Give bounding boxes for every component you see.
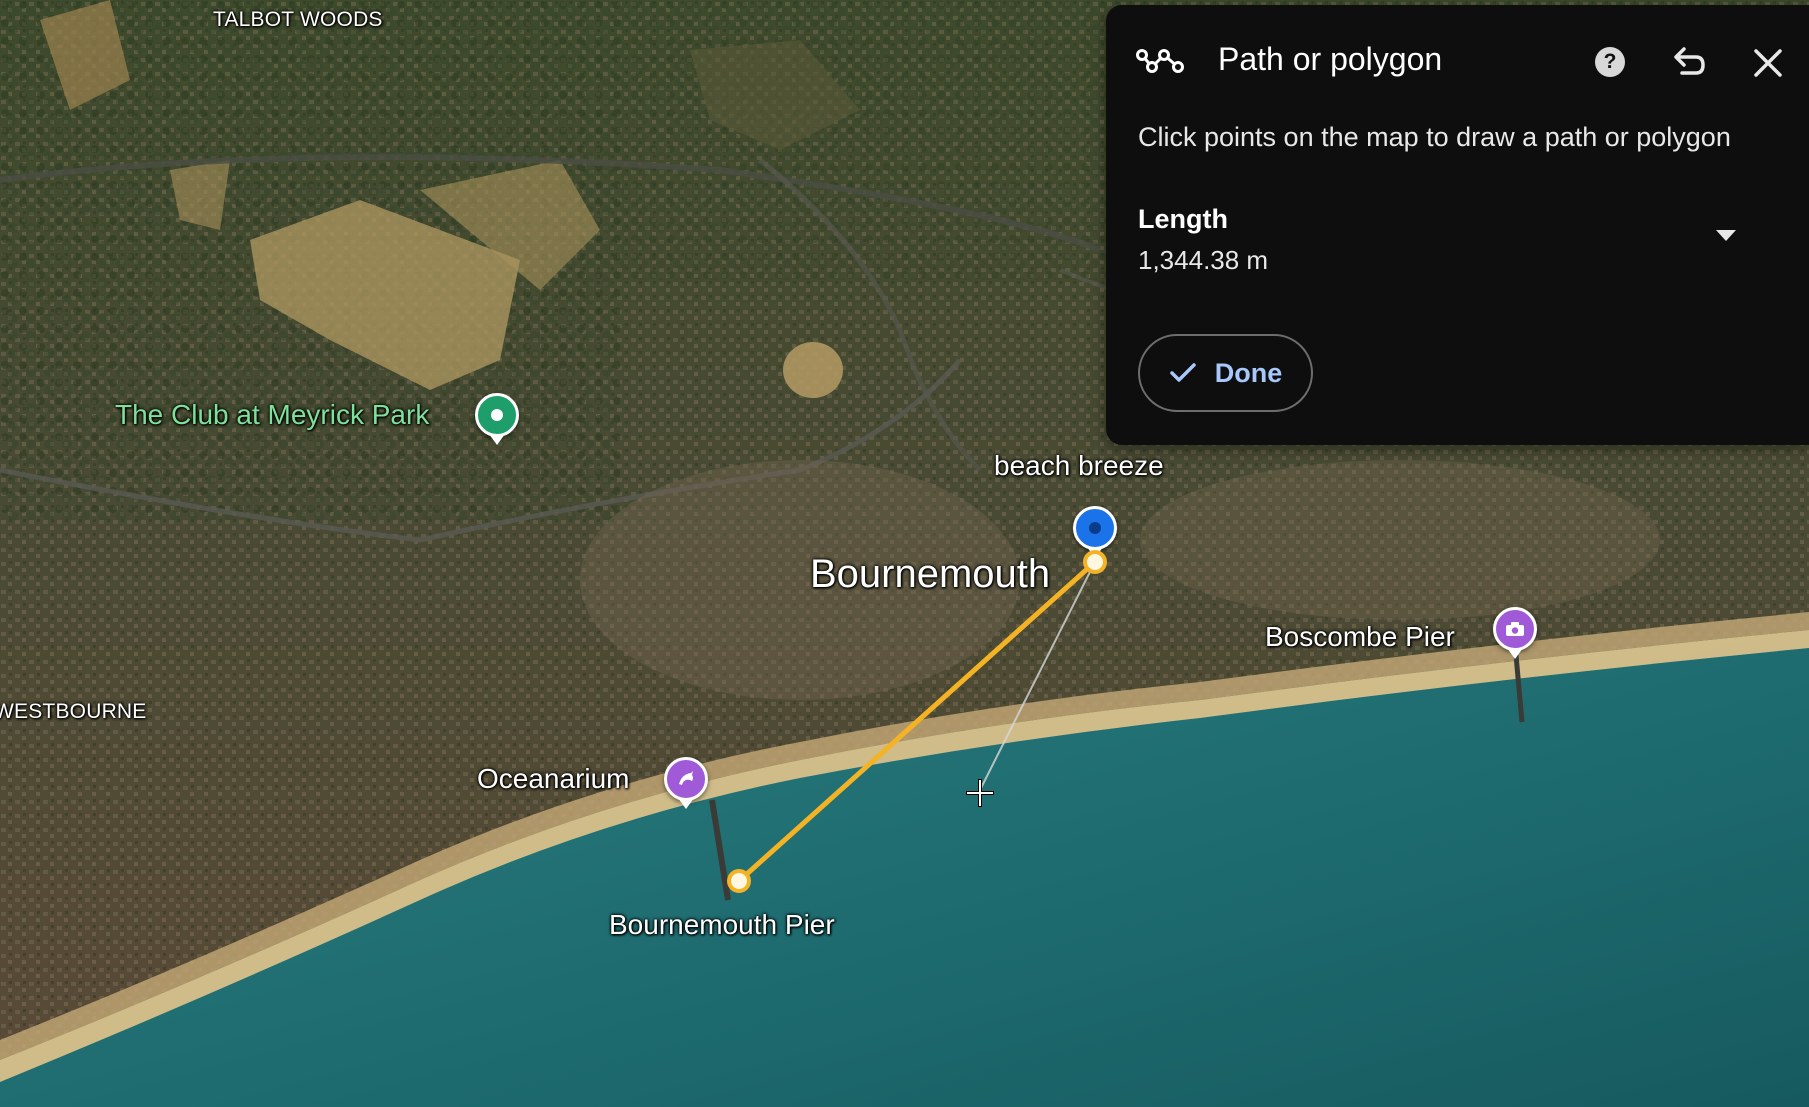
place-label-boscombe-pier[interactable]: Boscombe Pier (1265, 621, 1455, 653)
length-label: Length (1138, 204, 1228, 234)
city-label-bournemouth: Bournemouth (810, 552, 1051, 596)
done-button[interactable]: Done (1138, 334, 1313, 412)
crosshair-cursor-icon (966, 779, 994, 807)
blue-pin-icon[interactable] (1073, 506, 1117, 550)
place-label-bournemouth-pier[interactable]: Bournemouth Pier (609, 909, 835, 941)
dolphin-icon[interactable] (664, 757, 708, 801)
panel-title: Path or polygon (1218, 41, 1443, 77)
panel-instructions: Click points on the map to draw a path o… (1138, 122, 1731, 152)
area-label-westbourne: WESTBOURNE (0, 700, 147, 723)
help-icon[interactable]: ? (1595, 47, 1625, 77)
camera-icon[interactable] (1493, 607, 1537, 651)
dropdown-arrow-icon[interactable] (1716, 230, 1736, 241)
green-pin-icon[interactable] (475, 393, 519, 437)
undo-icon[interactable] (1670, 45, 1706, 79)
path-vertex-end[interactable] (1083, 550, 1107, 574)
done-label: Done (1214, 357, 1283, 388)
measure-panel: Path or polygon ? Click points on the ma… (1106, 5, 1809, 445)
path-vertex-start[interactable] (727, 869, 751, 893)
path-icon (1136, 49, 1184, 73)
place-label-beach-breeze[interactable]: beach breeze (994, 450, 1164, 482)
place-label-oceanarium[interactable]: Oceanarium (477, 763, 630, 795)
measured-path-line (736, 559, 1098, 884)
area-label-talbot-woods: TALBOT WOODS (213, 8, 383, 31)
length-value: 1,344.38 m (1138, 245, 1269, 275)
close-icon[interactable] (1752, 47, 1784, 79)
check-icon (1169, 362, 1197, 384)
place-label-meyrick-park[interactable]: The Club at Meyrick Park (115, 399, 429, 431)
